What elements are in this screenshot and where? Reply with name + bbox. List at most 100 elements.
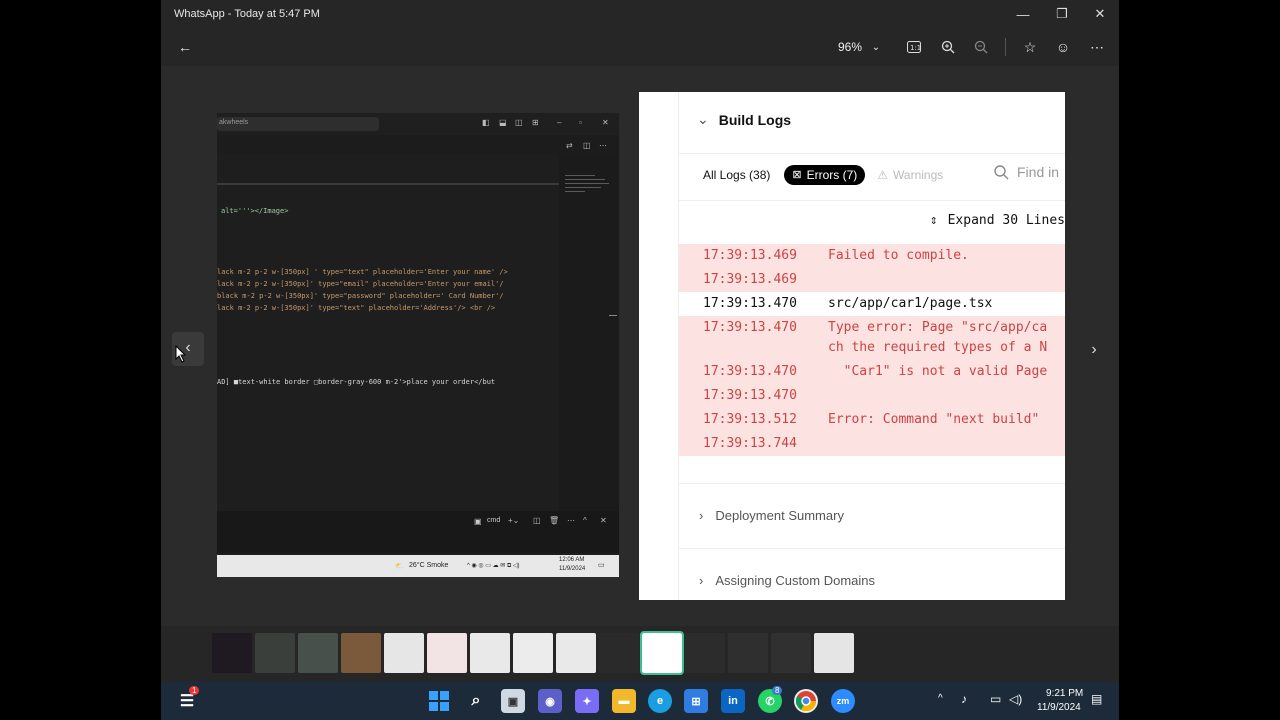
minimize-icon: – [557, 118, 562, 127]
windows-taskbar: ☰ 1 ⌕ ▣ ◉ ✦ ▬ e ⊞ in ✆ 8 zm ^ ♪ ▭ ◁) 9:2… [161, 681, 1119, 720]
panel-icon: ⬓ [499, 118, 507, 127]
close-button[interactable]: ✕ [1081, 0, 1119, 28]
log-timestamp: 17:39:13.470 [703, 364, 797, 379]
tab-errors-label: Errors (7) [806, 168, 858, 182]
filmstrip-thumbnail[interactable] [255, 633, 295, 673]
filmstrip-thumbnail[interactable] [470, 633, 510, 673]
log-row: 17:39:13.469 Failed to compile. [679, 244, 1065, 268]
zoom-app-button[interactable]: zm [831, 689, 855, 713]
linkedin-icon: in [728, 695, 738, 707]
chrome-icon [796, 691, 816, 711]
filmstrip-thumbnail[interactable] [599, 633, 639, 673]
editor-screenshot: akwheels ◧ ⬓ ◫ ⊞ – ▫ ✕ ⇄ ◫ ⋯ alt='''></I… [217, 113, 619, 577]
restore-icon: ❐ [1056, 6, 1068, 21]
filmstrip-thumbnail[interactable] [427, 633, 467, 673]
filmstrip-thumbnail[interactable] [685, 633, 725, 673]
maximize-button[interactable]: ❐ [1043, 0, 1081, 28]
linkedin-button[interactable]: in [721, 689, 745, 713]
zoom-level[interactable]: 96% [838, 40, 862, 54]
zoom-in-button[interactable] [937, 34, 959, 60]
filmstrip-thumbnail[interactable] [341, 633, 381, 673]
log-row: 17:39:13.470 Type error: Page "src/app/ca… [679, 316, 1065, 360]
terminal-label: cmd [487, 517, 501, 524]
code-line: AD] ■text-white border □border-gray-600 … [217, 378, 496, 386]
more-options-button[interactable]: ⋯ [1086, 34, 1108, 60]
find-input[interactable]: Find in [993, 164, 1059, 180]
notification-center-icon[interactable]: ▤ [1091, 692, 1102, 706]
next-button[interactable]: › [1086, 340, 1102, 360]
code-line: alt='''></Image> [221, 207, 289, 215]
chrome-button[interactable] [794, 689, 818, 713]
edge-button[interactable]: e [648, 689, 672, 713]
log-timestamp: 17:39:13.512 [703, 412, 797, 427]
actual-size-button[interactable]: 1:1 [903, 34, 925, 60]
volume-icon[interactable]: ◁) [1009, 692, 1022, 706]
inner-taskbar: ⛅ 26°C Smoke ^ ◉ ◎ ▭ ☁ ✉ ⧉ ◁) 12:06 AM 1… [217, 555, 619, 577]
task-view-button[interactable]: ▣ [501, 689, 525, 713]
ellipsis-icon: ⋯ [599, 141, 607, 150]
filmstrip-thumbnail[interactable] [212, 633, 252, 673]
store-button[interactable]: ⊞ [684, 689, 708, 713]
editor-tabs: ⇄ ◫ ⋯ [217, 135, 619, 155]
log-row: 17:39:13.470 [679, 384, 1065, 408]
filmstrip-thumbnail[interactable] [771, 633, 811, 673]
search-icon: ⌕ [471, 692, 481, 709]
favorite-button[interactable]: ☆ [1019, 34, 1041, 60]
ellipsis-icon: ⋯ [567, 516, 575, 525]
log-list: 17:39:13.469 Failed to compile. 17:39:13.4… [679, 244, 1065, 456]
filmstrip-thumbnail[interactable] [513, 633, 553, 673]
teams-button[interactable]: ◉ [538, 689, 562, 713]
filmstrip-thumbnail[interactable] [814, 633, 854, 673]
start-button[interactable] [427, 689, 451, 713]
custom-domains-section[interactable]: › Assigning Custom Domains [679, 548, 1065, 600]
network-icon[interactable]: ▭ [990, 692, 1001, 706]
tab-warnings[interactable]: ⚠ Warnings [865, 168, 955, 182]
log-message: Failed to compile. [828, 248, 969, 263]
zoom-out-button[interactable] [970, 34, 992, 60]
tab-errors[interactable]: ⊠ Errors (7) [784, 165, 866, 185]
chevron-down-icon: ⌄ [697, 111, 709, 127]
clock-date[interactable]: 11/9/2024 [1037, 702, 1081, 713]
section-title: Assigning Custom Domains [715, 573, 876, 588]
terminal-panel: ▣ cmd +⌄ ◫ 🗑 ⋯ ^ ✕ [217, 511, 619, 553]
expand-lines-button[interactable]: ⇕ Expand 30 Lines [679, 200, 1065, 240]
zoom-dropdown-button[interactable]: ⌄ [868, 34, 884, 60]
task-view-icon: ▣ [507, 695, 519, 708]
close-icon: ✕ [600, 516, 607, 525]
log-row: 17:39:13.470 src/app/car1/page.tsx [679, 292, 1065, 316]
tab-all-logs[interactable]: All Logs (38) [691, 165, 782, 185]
filmstrip [161, 631, 1119, 675]
microphone-icon[interactable]: ♪ [961, 692, 967, 706]
minimize-button[interactable]: — [1004, 0, 1042, 28]
filmstrip-thumbnail[interactable] [298, 633, 338, 673]
log-message: src/app/car1/page.tsx [828, 296, 993, 311]
zoom-app-icon: zm [836, 696, 850, 706]
file-explorer-button[interactable]: ▬ [612, 689, 636, 713]
desktop: WhatsApp - Today at 5:47 PM — ❐ ✕ ← 96% … [0, 0, 1280, 720]
copilot-button[interactable]: ✦ [575, 689, 599, 713]
tray-overflow-icon[interactable]: ^ [938, 693, 943, 704]
log-timestamp: 17:39:13.470 [703, 320, 797, 335]
chevron-down-icon: ⌄ [871, 41, 881, 53]
filmstrip-thumbnail[interactable] [640, 631, 684, 675]
toolbar-divider [1005, 38, 1006, 56]
weather-icon: ⛅ [395, 563, 404, 570]
filmstrip-thumbnail[interactable] [556, 633, 596, 673]
minimap [559, 155, 619, 511]
log-timestamp: 17:39:13.469 [703, 272, 797, 287]
reaction-button[interactable]: ☺ [1052, 34, 1074, 60]
search-button[interactable]: ⌕ [464, 689, 488, 713]
photos-viewer-window: WhatsApp - Today at 5:47 PM — ❐ ✕ ← 96% … [161, 0, 1119, 681]
weather-text: 26°C Smoke [409, 562, 449, 569]
clock-time[interactable]: 9:21 PM [1046, 688, 1083, 699]
editor-separator [217, 183, 559, 185]
back-button[interactable]: ← [175, 34, 195, 60]
layout-icon: ◧ [482, 118, 490, 127]
code-line: lack m-2 p-2 w-[350px] ' type="text" pla… [217, 268, 508, 276]
add-terminal-icon: +⌄ [508, 516, 520, 525]
filmstrip-thumbnail[interactable] [728, 633, 768, 673]
deployment-summary-section[interactable]: › Deployment Summary [679, 483, 1065, 547]
filmstrip-thumbnail[interactable] [384, 633, 424, 673]
copilot-icon: ✦ [582, 695, 592, 708]
build-logs-header: ⌄ Build Logs [697, 111, 791, 128]
